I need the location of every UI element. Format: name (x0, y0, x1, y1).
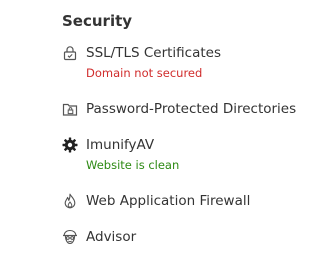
advisor-link[interactable]: Advisor (86, 227, 136, 247)
imunifyav-status-text: Website is clean (86, 158, 180, 172)
locked-folder-icon (62, 103, 78, 116)
ssl-status-text: Domain not secured (86, 66, 203, 80)
security-panel: Security SSL/TLS Certificates Domain not… (0, 0, 327, 278)
ssl-certificates-link[interactable]: SSL/TLS Certificates (86, 43, 221, 63)
section-title: Security (62, 12, 133, 30)
lock-icon (63, 46, 77, 61)
web-application-firewall-link[interactable]: Web Application Firewall (86, 191, 250, 211)
advisor-icon (63, 229, 77, 245)
protected-directories-link[interactable]: Password-Protected Directories (86, 99, 296, 119)
flame-icon (64, 193, 76, 209)
imunifyav-link[interactable]: ImunifyAV (86, 135, 154, 155)
gear-icon (62, 137, 78, 153)
